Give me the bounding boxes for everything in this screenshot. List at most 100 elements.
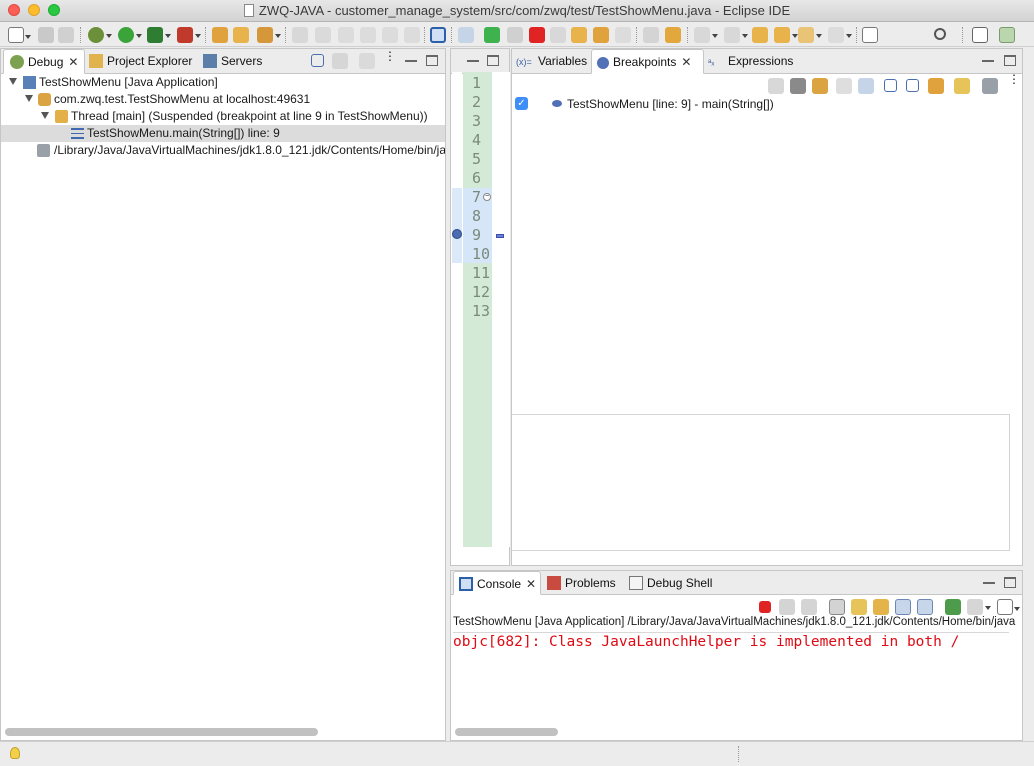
console-horizontal-scrollbar[interactable] — [455, 728, 558, 736]
remove-all-breakpoints-icon[interactable] — [790, 78, 806, 94]
collapse-all-icon[interactable] — [311, 54, 324, 67]
console-output[interactable]: objc[682]: Class JavaLaunchHelper is imp… — [453, 632, 1009, 652]
open-type-icon[interactable] — [233, 27, 249, 43]
step-over-icon[interactable] — [593, 27, 609, 43]
back-icon[interactable] — [774, 27, 798, 43]
remove-breakpoint-icon[interactable] — [768, 78, 784, 94]
expand-arrow-icon[interactable] — [9, 78, 17, 85]
view-menu-icon[interactable]: ⋮ — [384, 50, 396, 62]
tab-project-explorer[interactable]: Project Explorer — [89, 49, 201, 74]
suspend-icon[interactable] — [507, 27, 523, 43]
save-icon[interactable] — [38, 27, 54, 43]
search-icon[interactable] — [934, 28, 946, 40]
maximize-view-button[interactable] — [426, 55, 438, 66]
remove-terminated-icon[interactable] — [332, 53, 348, 69]
group-breakpoints-icon[interactable] — [982, 78, 998, 94]
close-tab-icon[interactable]: ✕ — [681, 50, 691, 75]
last-edit-icon[interactable] — [752, 27, 768, 43]
minimize-view-button[interactable] — [982, 56, 994, 62]
open-task-icon[interactable] — [257, 27, 281, 43]
external-tools-icon[interactable] — [177, 27, 201, 43]
debug-horizontal-scrollbar[interactable] — [5, 728, 318, 736]
tree-row-stack-frame[interactable]: TestShowMenu.main(String[]) line: 9 — [1, 125, 445, 142]
previous-annotation-icon[interactable] — [724, 27, 748, 43]
java-exception-breakpoint-icon[interactable] — [954, 78, 970, 94]
tab-expressions[interactable]: ᵃₓ Expressions — [706, 49, 802, 74]
tab-breakpoints[interactable]: Breakpoints ✕ — [591, 49, 704, 74]
pin-editor-icon[interactable] — [862, 27, 878, 43]
collapse-all-icon[interactable] — [906, 79, 919, 92]
breakpoint-enabled-checkbox[interactable]: ✓ — [515, 97, 528, 110]
show-console-stdout-icon[interactable] — [895, 599, 911, 615]
maximize-editor-button[interactable] — [487, 55, 499, 66]
tree-row-application[interactable]: TestShowMenu [Java Application] — [1, 74, 445, 91]
back-nav-icon[interactable] — [798, 27, 822, 43]
new-package-icon[interactable] — [212, 27, 228, 43]
skip-all-breakpoints-icon[interactable] — [858, 78, 874, 94]
current-line-marker-icon[interactable] — [496, 234, 504, 238]
breakpoint-detail-pane[interactable] — [512, 414, 1010, 551]
pin-console-icon[interactable] — [945, 599, 961, 615]
clear-console-icon[interactable] — [829, 599, 845, 615]
show-console-stderr-icon[interactable] — [917, 599, 933, 615]
resume-icon[interactable] — [484, 27, 500, 43]
close-tab-icon[interactable]: ✕ — [68, 50, 78, 75]
tree-row-jvm-process[interactable]: /Library/Java/JavaVirtualMachines/jdk1.8… — [1, 142, 445, 159]
breakpoint-marker-icon[interactable] — [452, 229, 462, 239]
use-step-filters-icon[interactable] — [665, 27, 681, 43]
remove-all-terminated-icon[interactable] — [801, 599, 817, 615]
link-with-debug-icon[interactable] — [928, 78, 944, 94]
minimize-view-button[interactable] — [405, 56, 417, 62]
open-console-icon[interactable] — [997, 599, 1020, 615]
terminate-icon[interactable] — [759, 601, 771, 613]
open-perspective-icon[interactable] — [972, 27, 988, 43]
minimize-editor-button[interactable] — [467, 56, 479, 62]
word-wrap-icon[interactable] — [873, 599, 889, 615]
expand-arrow-icon[interactable] — [25, 95, 33, 102]
show-supported-breakpoints-icon[interactable] — [812, 78, 828, 94]
pen-icon[interactable] — [315, 27, 331, 43]
maximize-view-button[interactable] — [1004, 577, 1016, 588]
toggle-mark-icon[interactable] — [338, 27, 354, 43]
maximize-view-button[interactable] — [1004, 55, 1016, 66]
breakpoint-item-label[interactable]: TestShowMenu [line: 9] - main(String[]) — [567, 97, 774, 111]
debug-perspective-icon[interactable] — [999, 27, 1015, 43]
close-tab-icon[interactable]: ✕ — [526, 572, 536, 596]
step-return-icon[interactable] — [615, 27, 631, 43]
tree-row-target[interactable]: com.zwq.test.TestShowMenu at localhost:4… — [1, 91, 445, 108]
expand-all-icon[interactable] — [884, 79, 897, 92]
display-console-icon[interactable] — [967, 599, 991, 615]
debug-icon[interactable] — [88, 27, 112, 43]
skip-breakpoints-icon[interactable] — [458, 27, 474, 43]
lightbulb-icon[interactable] — [10, 747, 20, 759]
tree-row-thread[interactable]: Thread [main] (Suspended (breakpoint at … — [1, 108, 445, 125]
remove-launch-icon[interactable] — [779, 599, 795, 615]
tab-problems[interactable]: Problems — [547, 571, 625, 595]
new-icon[interactable] — [8, 27, 31, 43]
tab-variables[interactable]: (x)= Variables — [514, 49, 590, 74]
terminate-icon[interactable] — [529, 27, 545, 43]
minimize-view-button[interactable] — [983, 578, 995, 584]
console-toggle-icon[interactable] — [430, 27, 446, 43]
pilcrow-icon[interactable] — [404, 27, 420, 43]
scroll-lock-icon[interactable] — [851, 599, 867, 615]
view-menu-icon[interactable]: ⋮ — [1008, 73, 1020, 85]
annotation-icon[interactable] — [292, 27, 308, 43]
tab-debug[interactable]: Debug ✕ — [3, 49, 85, 74]
step-into-icon[interactable] — [571, 27, 587, 43]
tab-debug-shell[interactable]: Debug Shell — [629, 571, 719, 595]
show-whitespace-icon[interactable] — [382, 27, 398, 43]
expand-arrow-icon[interactable] — [41, 112, 49, 119]
group-icon[interactable] — [359, 53, 375, 69]
save-all-icon[interactable] — [58, 27, 74, 43]
run-icon[interactable] — [118, 27, 142, 43]
go-to-file-icon[interactable] — [836, 78, 852, 94]
forward-icon[interactable] — [828, 27, 852, 43]
block-selection-icon[interactable] — [360, 27, 376, 43]
disconnect-icon[interactable] — [550, 27, 566, 43]
drop-to-frame-icon[interactable] — [643, 27, 659, 43]
coverage-icon[interactable] — [147, 27, 171, 43]
tab-console[interactable]: Console ✕ — [453, 571, 541, 595]
next-annotation-icon[interactable] — [694, 27, 718, 43]
fold-toggle-icon[interactable]: − — [483, 193, 491, 201]
